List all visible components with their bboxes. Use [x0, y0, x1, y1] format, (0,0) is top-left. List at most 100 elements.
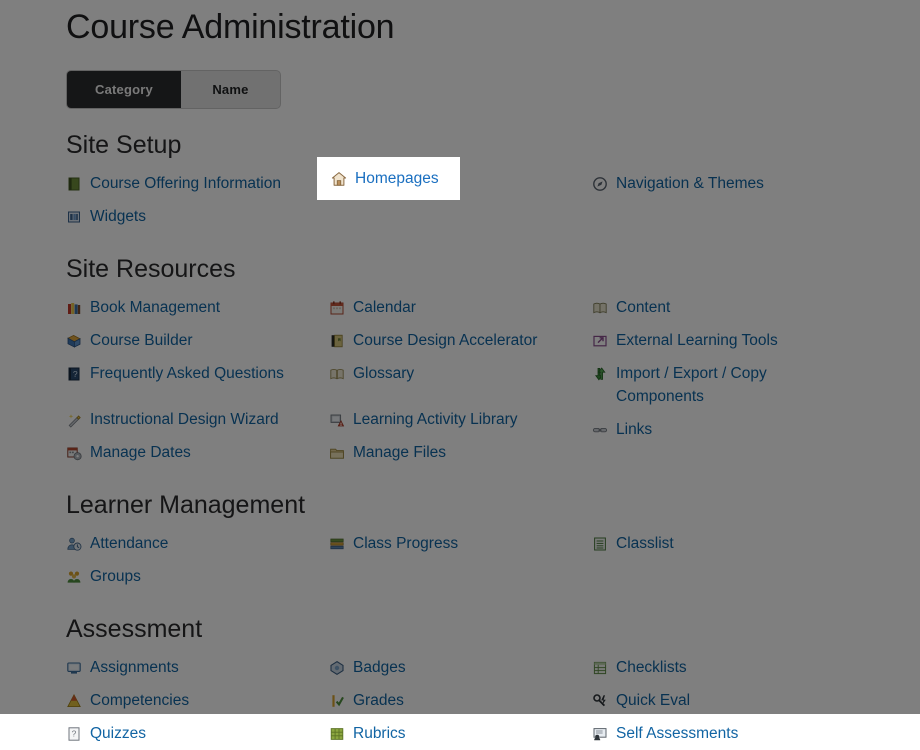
tool-label: Rubrics — [353, 725, 406, 742]
attendance-icon — [66, 536, 82, 552]
tool-link-groups[interactable]: Groups — [66, 560, 324, 593]
tool-link-quizzes[interactable]: ? Quizzes — [66, 717, 324, 750]
rubrics-icon — [329, 726, 345, 742]
tool-link-class-progress[interactable]: Class Progress — [329, 527, 587, 560]
green-book-icon — [66, 176, 82, 192]
tool-grid: Attendance Groups Class Progress Classlist — [66, 527, 920, 593]
sort-by-category-button[interactable]: Category — [67, 71, 181, 108]
tool-link-external-learning-tools[interactable]: External Learning Tools — [592, 324, 850, 357]
highlighted-tool-homepages[interactable]: Homepages — [317, 157, 460, 200]
tool-link-homepages[interactable]: Homepages — [331, 167, 439, 190]
tool-label: Class Progress — [353, 535, 458, 552]
tool-link-checklists[interactable]: Checklists — [592, 651, 850, 684]
tool-link-manage-dates[interactable]: Manage Dates — [66, 436, 324, 469]
tool-label: Import / Export / Copy Components — [616, 365, 767, 405]
tool-label: Quizzes — [90, 725, 146, 742]
sort-by-name-button[interactable]: Name — [181, 71, 280, 108]
widgets-icon — [66, 209, 82, 225]
svg-text:?: ? — [73, 369, 78, 379]
tool-label: Instructional Design Wizard — [90, 411, 279, 428]
tool-link-links[interactable]: Links — [592, 413, 850, 446]
tool-link-course-builder[interactable]: Course Builder — [66, 324, 324, 357]
tool-label: Glossary — [353, 365, 414, 382]
import-export-icon — [592, 366, 608, 382]
tool-link-assignments[interactable]: Assignments — [66, 651, 324, 684]
tool-link-navigation-themes[interactable]: Navigation & Themes — [592, 167, 850, 200]
tool-column-1: Book Management Course Builder ?Frequently… — [66, 291, 329, 469]
tool-label: Manage Dates — [90, 444, 191, 461]
svg-text:?: ? — [72, 729, 77, 739]
tool-link-widgets[interactable]: Widgets — [66, 200, 324, 233]
tool-link-frequently-asked-questions[interactable]: ?Frequently Asked Questions — [66, 357, 324, 390]
tool-link-calendar[interactable]: Calendar — [329, 291, 587, 324]
tool-label: Course Design Accelerator — [353, 332, 537, 349]
tool-label: Book Management — [90, 299, 220, 316]
section-heading: Learner Management — [66, 489, 920, 521]
tool-label: Course Offering Information — [90, 175, 281, 192]
tool-label: Learning Activity Library — [353, 411, 518, 428]
magic-wand-icon — [66, 412, 82, 428]
tool-link-attendance[interactable]: Attendance — [66, 527, 324, 560]
classlist-icon — [592, 536, 608, 552]
tool-grid: Book Management Course Builder ?Frequently… — [66, 291, 920, 469]
tool-label: Homepages — [355, 170, 439, 187]
tool-label: Manage Files — [353, 444, 446, 461]
tool-link-course-offering-information[interactable]: Course Offering Information — [66, 167, 324, 200]
course-administration-page: Course Administration Category Name Site… — [0, 0, 920, 714]
tool-link-import-export-copy-components[interactable]: Import / Export / Copy Components — [592, 357, 850, 413]
books-icon — [66, 300, 82, 316]
tool-label: Links — [616, 421, 652, 438]
sort-toggle-group: Category Name — [66, 70, 281, 109]
tool-column-3: Content External Learning Tools Import / E… — [592, 291, 855, 446]
tool-link-rubrics[interactable]: Rubrics — [329, 717, 587, 750]
tool-link-glossary[interactable]: Glossary — [329, 357, 587, 390]
tool-label: Grades — [353, 692, 404, 709]
tool-label: Widgets — [90, 208, 146, 225]
tool-label: Groups — [90, 568, 141, 585]
tool-sections: Site SetupCourse Offering InformationWid… — [66, 129, 920, 750]
groups-icon — [66, 569, 82, 585]
course-builder-icon — [66, 333, 82, 349]
self-assessments-icon — [592, 726, 608, 742]
tool-label: Assignments — [90, 659, 179, 676]
section-assessment: Assessment Assignments Competencies? Quizze… — [66, 613, 920, 750]
assignments-icon — [66, 660, 82, 676]
tool-link-grades[interactable]: Grades — [329, 684, 587, 717]
quizzes-icon: ? — [66, 726, 82, 742]
section-heading: Assessment — [66, 613, 920, 645]
tool-column-3: Navigation & Themes — [592, 167, 855, 200]
tool-label: Badges — [353, 659, 406, 676]
tool-link-badges[interactable]: Badges — [329, 651, 587, 684]
section-heading: Site Resources — [66, 253, 920, 285]
tool-link-quick-eval[interactable]: Quick Eval — [592, 684, 850, 717]
tool-label: Checklists — [616, 659, 687, 676]
home-icon — [331, 171, 347, 187]
grades-icon — [329, 693, 345, 709]
manage-dates-icon — [66, 445, 82, 461]
tool-label: Navigation & Themes — [616, 175, 764, 192]
tool-link-self-assessments[interactable]: Self Assessments — [592, 717, 850, 750]
tool-link-competencies[interactable]: Competencies — [66, 684, 324, 717]
competencies-icon — [66, 693, 82, 709]
tool-column-3: Checklists Quick Eval Self Assessments — [592, 651, 855, 750]
tool-label: Course Builder — [90, 332, 193, 349]
class-progress-icon — [329, 536, 345, 552]
tool-column-1: Course Offering Information Widgets — [66, 167, 329, 233]
links-icon — [592, 422, 608, 438]
tool-column-1: Assignments Competencies? Quizzes — [66, 651, 329, 750]
section-site-resources: Site Resources Book Management Course Buil… — [66, 253, 920, 469]
tool-link-classlist[interactable]: Classlist — [592, 527, 850, 560]
folder-icon — [329, 445, 345, 461]
tool-link-instructional-design-wizard[interactable]: Instructional Design Wizard — [66, 403, 324, 436]
tool-link-book-management[interactable]: Book Management — [66, 291, 324, 324]
tool-link-manage-files[interactable]: Manage Files — [329, 436, 587, 469]
tool-label: Calendar — [353, 299, 416, 316]
tool-label: Self Assessments — [616, 725, 738, 742]
external-tools-icon — [592, 333, 608, 349]
tool-link-course-design-accelerator[interactable]: Course Design Accelerator — [329, 324, 587, 357]
tool-grid: Course Offering Information Widgets Homepa… — [66, 167, 920, 233]
tool-label: Content — [616, 299, 670, 316]
tool-label: Attendance — [90, 535, 168, 552]
tool-link-learning-activity-library[interactable]: Learning Activity Library — [329, 403, 587, 436]
tool-link-content[interactable]: Content — [592, 291, 850, 324]
